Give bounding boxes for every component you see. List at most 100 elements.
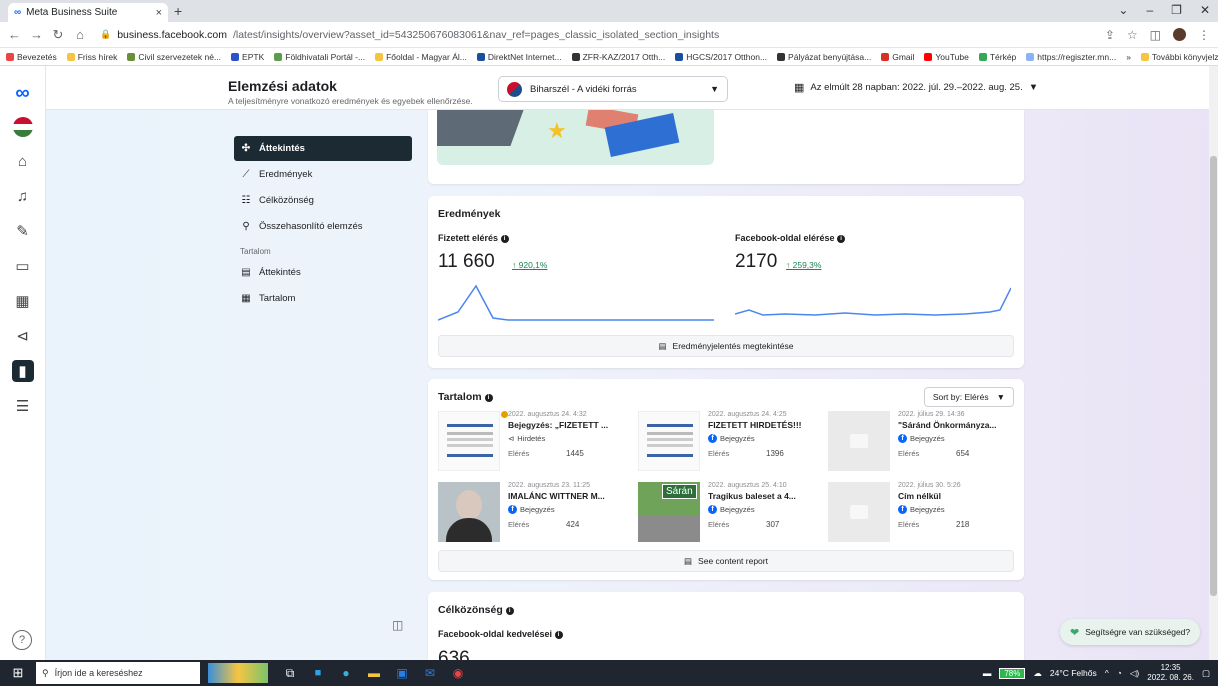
info-icon[interactable]: i [500, 235, 509, 243]
bookmark-label: ZFR-KAZ/2017 Otth... [582, 51, 666, 62]
file-explorer-icon[interactable]: ▬ [360, 660, 388, 686]
planner-icon[interactable]: ▦ [12, 290, 34, 312]
nav-overview[interactable]: ✣ Áttekintés [234, 136, 412, 161]
bookmark-item[interactable]: ZFR-KAZ/2017 Otth... [571, 51, 666, 62]
info-icon[interactable]: i [505, 607, 514, 615]
chrome-icon[interactable]: ◉ [444, 660, 472, 686]
nav-results[interactable]: ⟋ Eredmények [234, 162, 412, 187]
content-post-item[interactable]: 2022. augusztus 24. 4:25 FIZETETT HIRDETÉ… [638, 411, 824, 471]
content-post-item[interactable]: 2022. augusztus 24. 4:32 Bejegyzés: „FIZE… [438, 411, 624, 471]
see-content-report-button[interactable]: ▤ See content report [438, 550, 1014, 572]
post-reach-value: 218 [956, 520, 970, 529]
volume-icon[interactable]: ◁) [1130, 668, 1139, 679]
asset-selector[interactable]: Biharszél - A vidéki forrás ▼ [498, 76, 728, 102]
content-title-text: Tartalom [438, 391, 482, 403]
notifications-icon[interactable]: ♫ [12, 185, 34, 207]
app-icon[interactable]: ■ [304, 660, 332, 686]
more-bookmarks-button[interactable]: » [1126, 52, 1131, 62]
taskbar-search[interactable]: ⚲ Írjon ide a kereséshez [36, 662, 200, 684]
facebook-icon: f [508, 505, 517, 514]
create-post-icon[interactable]: ✎ [12, 220, 34, 242]
back-icon[interactable]: ← [8, 27, 21, 42]
page-avatar[interactable] [12, 117, 33, 137]
bookmark-item[interactable]: Főoldal - Magyar Ál... [375, 52, 467, 62]
nav-audience[interactable]: ☷ Célközönség [234, 188, 412, 213]
forward-icon[interactable]: → [30, 27, 43, 42]
paid-reach-change[interactable]: ↑ 920,1% [512, 260, 547, 270]
share-icon[interactable]: ⇪ [1105, 28, 1115, 42]
widgets-icon[interactable] [208, 663, 268, 683]
bookmark-item[interactable]: Térkép [978, 52, 1016, 62]
windows-start-icon[interactable]: ⊞ [0, 665, 36, 681]
notifications-icon[interactable]: ▢ [1202, 668, 1210, 679]
bookmark-item[interactable]: Bevezetés [6, 52, 57, 62]
bookmark-item[interactable]: DirektNet Internet... [476, 52, 562, 62]
tab-search-icon[interactable]: ⌄ [1118, 3, 1128, 17]
browser-tab[interactable]: ∞ Meta Business Suite × [8, 3, 168, 22]
close-window-button[interactable]: ✕ [1200, 3, 1210, 17]
weather-label[interactable]: 24°C Felhős [1050, 668, 1097, 678]
post-thumbnail [438, 482, 500, 542]
post-date: 2022. augusztus 23. 11:25 [508, 482, 590, 489]
bookmark-item[interactable]: Földhivatali Portál -... [274, 52, 365, 62]
minimize-button[interactable]: – [1146, 3, 1153, 17]
meta-logo-icon[interactable]: ∞ [12, 82, 34, 104]
menu-kebab-icon[interactable]: ⋮ [1198, 28, 1210, 42]
page-reach-change[interactable]: ↑ 259,3% [786, 260, 821, 270]
scrollbar-thumb[interactable] [1210, 156, 1217, 596]
nav-content[interactable]: ▦ Tartalom [234, 286, 412, 311]
info-icon[interactable]: i [554, 631, 563, 639]
edge-icon[interactable]: ● [332, 660, 360, 686]
sidepanel-icon[interactable]: ◫ [1150, 28, 1161, 42]
home-icon[interactable]: ⌂ [74, 27, 86, 42]
help-icon[interactable]: ? [12, 630, 32, 650]
info-icon[interactable]: i [837, 235, 846, 243]
menu-icon[interactable]: ☰ [12, 395, 34, 417]
windows-taskbar: ⊞ ⚲ Írjon ide a kereséshez ⧉ ■ ● ▬ ▣ ✉ ◉… [0, 660, 1218, 686]
nav-content-overview[interactable]: ▤ Áttekintés [234, 260, 412, 285]
info-icon[interactable]: i [484, 394, 493, 402]
bookmark-item[interactable]: HGCS/2017 Otthon... [675, 52, 767, 62]
content-post-item[interactable]: 2022. augusztus 25. 4:10 Tragikus baleset… [638, 482, 824, 542]
sort-dropdown[interactable]: Sort by: Elérés ▼ [923, 387, 1014, 407]
report-icon: ▤ [684, 555, 693, 566]
date-range-picker[interactable]: ▦ Az elmúlt 28 napban: 2022. júl. 29.–20… [794, 81, 1038, 94]
mail-icon[interactable]: ✉ [416, 660, 444, 686]
inbox-icon[interactable]: ▭ [12, 255, 34, 277]
chevron-down-icon: ▼ [710, 84, 719, 94]
view-results-report-button[interactable]: ▤ Eredményjelentés megtekintése [438, 335, 1014, 357]
url-field[interactable]: 🔒 business.facebook.com/latest/insights/… [96, 29, 1095, 41]
clock[interactable]: 12:35 2022. 08. 26. [1147, 663, 1194, 683]
bookmark-item[interactable]: Civil szervezetek né... [127, 52, 221, 62]
content-post-item[interactable]: 2022. július 30. 5:26 Cím nélkül f Bejegyzé… [828, 482, 1014, 542]
bookmark-item[interactable]: Friss hírek [66, 52, 117, 62]
page-scrollbar[interactable] [1209, 66, 1218, 660]
bookmark-item[interactable]: YouTube [924, 52, 969, 62]
bookmark-item[interactable]: https://regiszter.mn... [1026, 52, 1116, 62]
help-chat-button[interactable]: ❤ Segítségre van szükséged? [1060, 619, 1201, 645]
ads-icon[interactable]: ⊲ [12, 325, 34, 347]
collapse-sidebar-icon[interactable]: ◫ [392, 618, 403, 632]
laptop-icon[interactable]: ▬ [983, 668, 992, 678]
bookmark-item[interactable]: Gmail [881, 52, 914, 62]
profile-avatar[interactable] [1173, 28, 1186, 41]
close-tab-icon[interactable]: × [156, 7, 162, 19]
restore-button[interactable]: ❐ [1171, 3, 1182, 17]
bookmark-item[interactable]: EPTK [231, 52, 264, 62]
home-icon[interactable]: ⌂ [12, 150, 34, 172]
network-icon[interactable]: ◔ [1117, 668, 1122, 678]
store-icon[interactable]: ▣ [388, 660, 416, 686]
content-post-item[interactable]: 2022. július 29. 14:36 "Sáránd Önkormányz… [828, 411, 1014, 471]
paid-reach-label-text: Fizetett elérés [438, 233, 499, 243]
bookmark-item[interactable]: Pályázat benyújtása... [777, 52, 871, 62]
bookmark-star-icon[interactable]: ☆ [1127, 28, 1138, 42]
new-tab-button[interactable]: + [174, 3, 182, 19]
reload-icon[interactable]: ↻ [52, 27, 64, 43]
task-view-icon[interactable]: ⧉ [276, 660, 304, 686]
tray-chevron-icon[interactable]: ^ [1105, 668, 1109, 678]
battery-indicator[interactable]: 78% [999, 667, 1026, 679]
other-bookmarks-folder[interactable]: További könyvjelzők [1140, 52, 1218, 62]
content-post-item[interactable]: 2022. augusztus 23. 11:25 IMALÁNC WITTNER… [438, 482, 624, 542]
insights-icon[interactable]: ▮ [11, 360, 34, 382]
nav-benchmarking[interactable]: ⚲ Összehasonlító elemzés [234, 214, 412, 239]
